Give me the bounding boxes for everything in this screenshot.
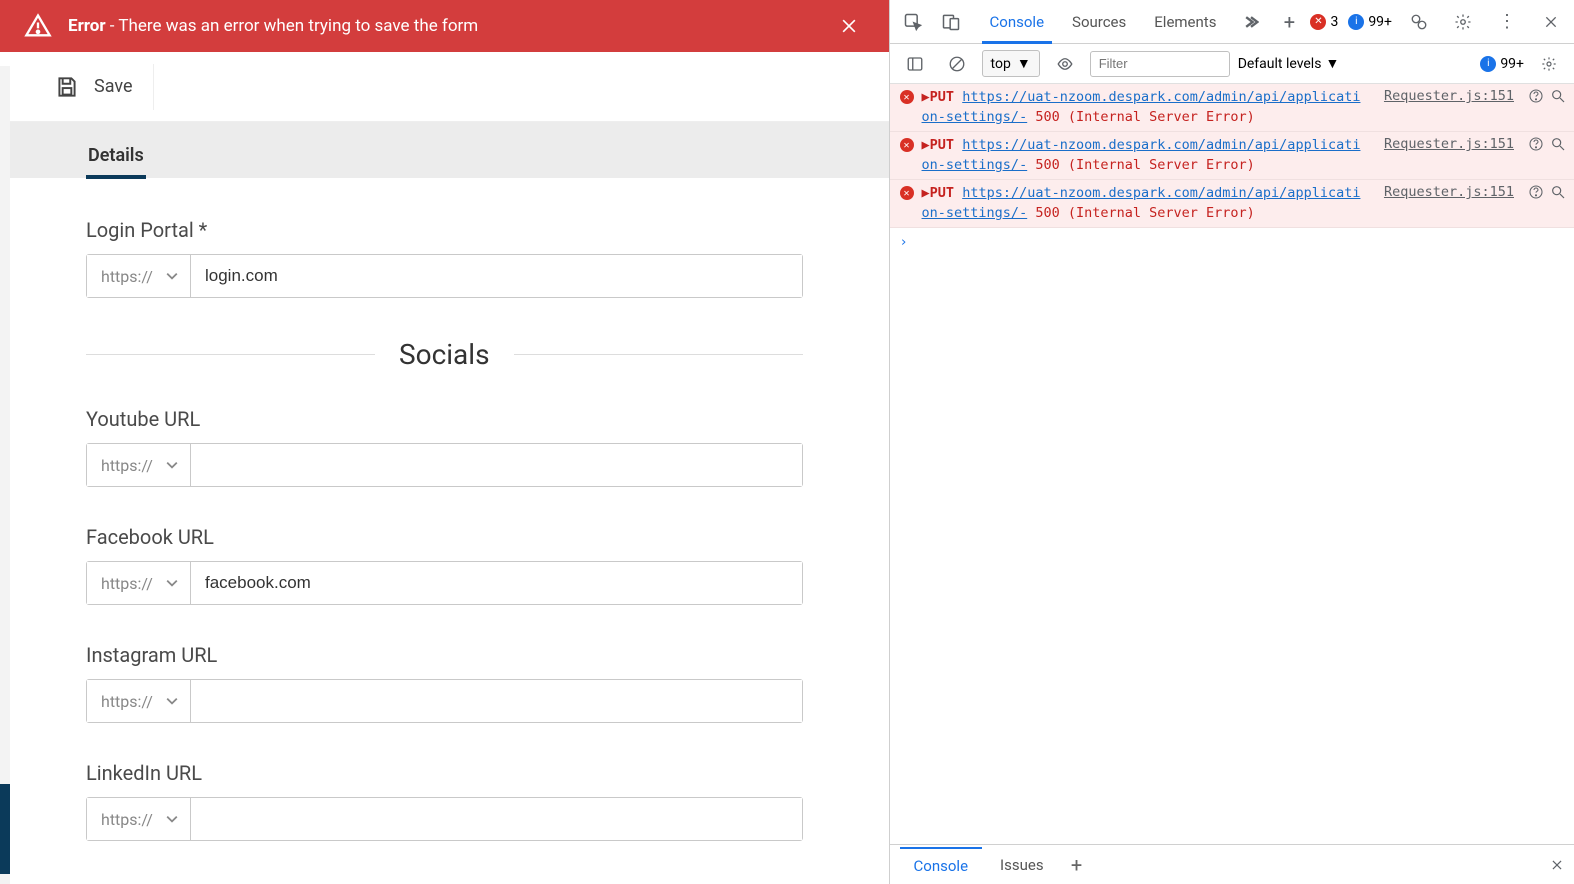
devtools-tab-elements[interactable]: Elements: [1140, 0, 1230, 43]
source-link[interactable]: Requester.js:151: [1384, 136, 1514, 152]
save-label: Save: [94, 76, 133, 97]
facebook-input[interactable]: [191, 562, 802, 604]
drawer-add-icon[interactable]: +: [1062, 853, 1092, 877]
protocol-select[interactable]: https://: [87, 562, 191, 604]
youtube-label: Youtube URL: [86, 407, 803, 431]
expand-arrow-icon[interactable]: ▶: [922, 185, 930, 201]
info-dot-icon: i: [1348, 14, 1364, 30]
close-banner-button[interactable]: [833, 10, 865, 42]
linkedin-label: LinkedIn URL: [86, 761, 803, 785]
sidebar-toggle-icon[interactable]: [898, 47, 932, 81]
device-toggle-icon[interactable]: [934, 5, 968, 39]
protocol-select[interactable]: https://: [87, 444, 191, 486]
login-portal-input[interactable]: [191, 255, 802, 297]
toolbar: Save: [0, 52, 889, 122]
drawer-tab-console[interactable]: Console: [900, 847, 983, 883]
chevron-down-icon: [166, 577, 178, 589]
ai-insight-icon[interactable]: [1528, 136, 1544, 152]
drawer-close-icon[interactable]: [1550, 858, 1564, 872]
error-count-badge[interactable]: ✕ 3: [1310, 14, 1338, 30]
devtools-tab-console[interactable]: Console: [976, 0, 1059, 43]
ai-insight-icon[interactable]: [1528, 88, 1544, 104]
source-link[interactable]: Requester.js:151: [1384, 184, 1514, 200]
field-youtube: Youtube URL https://: [86, 407, 803, 487]
live-expression-icon[interactable]: [1048, 47, 1082, 81]
filter-input[interactable]: [1090, 51, 1230, 77]
field-facebook: Facebook URL https://: [86, 525, 803, 605]
chevron-down-icon: [166, 695, 178, 707]
kebab-icon[interactable]: ⋮: [1490, 5, 1524, 39]
instagram-input[interactable]: [191, 680, 802, 722]
devtools-tab-sources[interactable]: Sources: [1058, 0, 1140, 43]
warning-icon: [24, 12, 52, 40]
ai-insight-icon[interactable]: [1528, 184, 1544, 200]
form-tabs: Details: [0, 122, 889, 178]
expand-arrow-icon[interactable]: ▶: [922, 137, 930, 153]
tab-details[interactable]: Details: [86, 131, 146, 178]
drawer-tab-issues[interactable]: Issues: [986, 848, 1058, 882]
linkedin-input[interactable]: [191, 798, 802, 840]
console-error-row[interactable]: ✕ ▶PUT https://uat-nzoom.despark.com/admi…: [890, 132, 1574, 180]
context-select[interactable]: top ▼: [982, 50, 1040, 77]
socials-heading: Socials: [399, 338, 490, 371]
save-button[interactable]: Save: [34, 64, 154, 110]
search-icon[interactable]: [1550, 88, 1566, 104]
field-linkedin: LinkedIn URL https://: [86, 761, 803, 841]
error-dot-icon: ✕: [1310, 14, 1326, 30]
gear-icon[interactable]: [1446, 5, 1480, 39]
chevron-down-icon: [166, 813, 178, 825]
levels-select[interactable]: Default levels ▼: [1238, 55, 1340, 72]
protocol-select[interactable]: https://: [87, 255, 191, 297]
console-error-row[interactable]: ✕ ▶PUT https://uat-nzoom.despark.com/admi…: [890, 84, 1574, 132]
expand-arrow-icon[interactable]: ▶: [922, 89, 930, 105]
app-panel: Error - There was an error when trying t…: [0, 0, 889, 884]
log-message: ▶PUT https://uat-nzoom.despark.com/admin…: [922, 136, 1368, 175]
caret-down-icon: ▼: [1017, 55, 1031, 72]
console-log-area: ✕ ▶PUT https://uat-nzoom.despark.com/admi…: [890, 84, 1574, 844]
login-portal-label: Login Portal *: [86, 218, 803, 242]
protocol-select[interactable]: https://: [87, 680, 191, 722]
youtube-input[interactable]: [191, 444, 802, 486]
devtools-header: Console Sources Elements + ✕ 3 i 99+: [890, 0, 1574, 44]
search-icon[interactable]: [1550, 184, 1566, 200]
instagram-label: Instagram URL: [86, 643, 803, 667]
console-error-row[interactable]: ✕ ▶PUT https://uat-nzoom.despark.com/admi…: [890, 180, 1574, 228]
close-devtools-icon[interactable]: [1534, 5, 1568, 39]
console-toolbar: top ▼ Default levels ▼ i 99+: [890, 44, 1574, 84]
facebook-label: Facebook URL: [86, 525, 803, 549]
search-icon[interactable]: [1550, 136, 1566, 152]
form-area: Login Portal * https:// Socials Youtube …: [0, 178, 889, 884]
save-icon: [54, 74, 80, 100]
log-message: ▶PUT https://uat-nzoom.despark.com/admin…: [922, 184, 1368, 223]
error-message: Error - There was an error when trying t…: [68, 16, 817, 36]
add-tab-icon[interactable]: +: [1272, 5, 1306, 39]
devtools-drawer: Console Issues +: [890, 844, 1574, 884]
settings-link-icon[interactable]: [1402, 5, 1436, 39]
field-login-portal: Login Portal * https://: [86, 218, 803, 298]
console-settings-icon[interactable]: [1532, 47, 1566, 81]
console-prompt[interactable]: ›: [890, 228, 1574, 256]
issues-badge[interactable]: i 99+: [1480, 56, 1524, 72]
left-rail: [0, 66, 10, 884]
source-link[interactable]: Requester.js:151: [1384, 88, 1514, 104]
info-dot-icon: i: [1480, 56, 1496, 72]
error-banner: Error - There was an error when trying t…: [0, 0, 889, 52]
inspect-icon[interactable]: [896, 5, 930, 39]
error-circle-icon: ✕: [900, 186, 914, 200]
chevron-down-icon: [166, 459, 178, 471]
warning-count-badge[interactable]: i 99+: [1348, 14, 1392, 30]
caret-down-icon: ▼: [1325, 55, 1339, 72]
field-instagram: Instagram URL https://: [86, 643, 803, 723]
clear-console-icon[interactable]: [940, 47, 974, 81]
chevron-down-icon: [166, 270, 178, 282]
more-tabs-icon[interactable]: [1234, 5, 1268, 39]
devtools-panel: Console Sources Elements + ✕ 3 i 99+: [889, 0, 1574, 884]
log-message: ▶PUT https://uat-nzoom.despark.com/admin…: [922, 88, 1368, 127]
socials-divider: Socials: [86, 338, 803, 371]
error-circle-icon: ✕: [900, 138, 914, 152]
error-circle-icon: ✕: [900, 90, 914, 104]
protocol-select[interactable]: https://: [87, 798, 191, 840]
